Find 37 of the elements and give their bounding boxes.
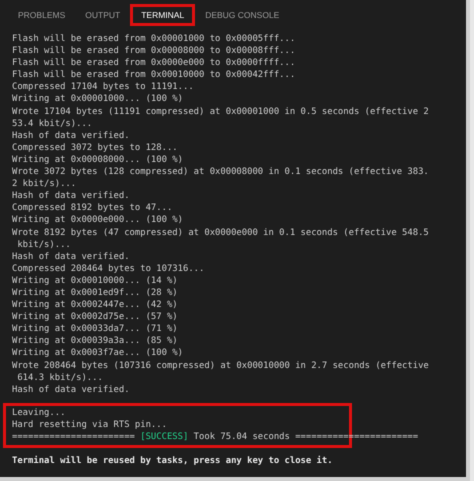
terminal-line: Flash will be erased from 0x00001000 to 0x00005fff... <box>12 33 296 46</box>
terminal-line: Compressed 8192 bytes to 47... <box>12 202 174 214</box>
terminal-line: Flash will be erased from 0x00008000 to 0x00008fff... <box>12 45 296 58</box>
panel-tab[interactable]: PROBLEMS <box>8 4 76 26</box>
terminal-line: Writing at 0x0001ed9f... (28 %) <box>12 286 179 300</box>
terminal-line: Writing at 0x0002d75e... (57 %) <box>12 311 179 324</box>
terminal-line: Writing at 0x0002447e... (42 %) <box>12 299 179 312</box>
terminal-line: Hash of data verified. <box>12 250 131 263</box>
terminal-line: Flash will be erased from 0x00010000 to 0x00042fff... <box>12 69 296 82</box>
panel-tab[interactable]: OUTPUT <box>75 4 130 26</box>
terminal-line: Wrote 3072 bytes (128 compressed) at 0x00008000 in 0.1 seconds (effective 383. <box>12 166 430 178</box>
terminal-line: Hash of data verified. <box>12 130 131 142</box>
terminal-line: Leaving... <box>12 406 66 419</box>
terminal-line: Wrote 8192 bytes (47 compressed) at 0x0000e000 in 0.1 seconds (effective 548.5 <box>12 226 430 239</box>
terminal-line: Writing at 0x00010000... (14 %) <box>12 274 179 287</box>
terminal-line: Writing at 0x0000e000... (100 %) <box>12 214 184 226</box>
terminal-line: Compressed 17104 bytes to 11191... <box>12 81 195 94</box>
terminal-line: kbit/s)... <box>16 238 72 251</box>
terminal-line: Writing at 0x00033da7... (71 %) <box>12 323 179 336</box>
terminal-line: Writing at 0x00008000... (100 %) <box>12 154 184 166</box>
terminal-line: Hard resetting via RTS pin... <box>12 418 168 431</box>
panel-tab[interactable]: DEBUG CONSOLE <box>195 4 290 26</box>
terminal-line: Wrote 17104 bytes (11191 compressed) at 0x00001000 in 0.5 seconds (effective 2 <box>12 106 430 118</box>
terminal-line: Writing at 0x0003f7ae... (100 %) <box>12 347 184 360</box>
terminal-line: 614.3 kbit/s)... <box>16 372 104 384</box>
terminal-line: Wrote 208464 bytes (107316 compressed) at 0x00010000 in 2.7 seconds (effective <box>12 360 430 372</box>
terminal-line: Writing at 0x00039a3a... (85 %) <box>12 335 179 348</box>
panel-tab[interactable]: TERMINAL <box>130 4 196 26</box>
terminal-line: 2 kbit/s)... <box>12 178 78 190</box>
terminal-line: Compressed 3072 bytes to 128... <box>12 142 179 154</box>
terminal-line: Compressed 208464 bytes to 107316... <box>12 262 206 275</box>
terminal-line: Hash of data verified. <box>12 384 131 396</box>
terminal-line: 53.4 kbit/s)... <box>12 118 94 130</box>
terminal-line: Flash will be erased from 0x0000e000 to 0x0000ffff... <box>12 57 296 70</box>
terminal-footer: Terminal will be reused by tasks, press any key to close it. <box>12 455 466 468</box>
terminal-line: Hash of data verified. <box>12 190 131 202</box>
terminal-line: Writing at 0x00001000... (100 %) <box>12 93 184 106</box>
